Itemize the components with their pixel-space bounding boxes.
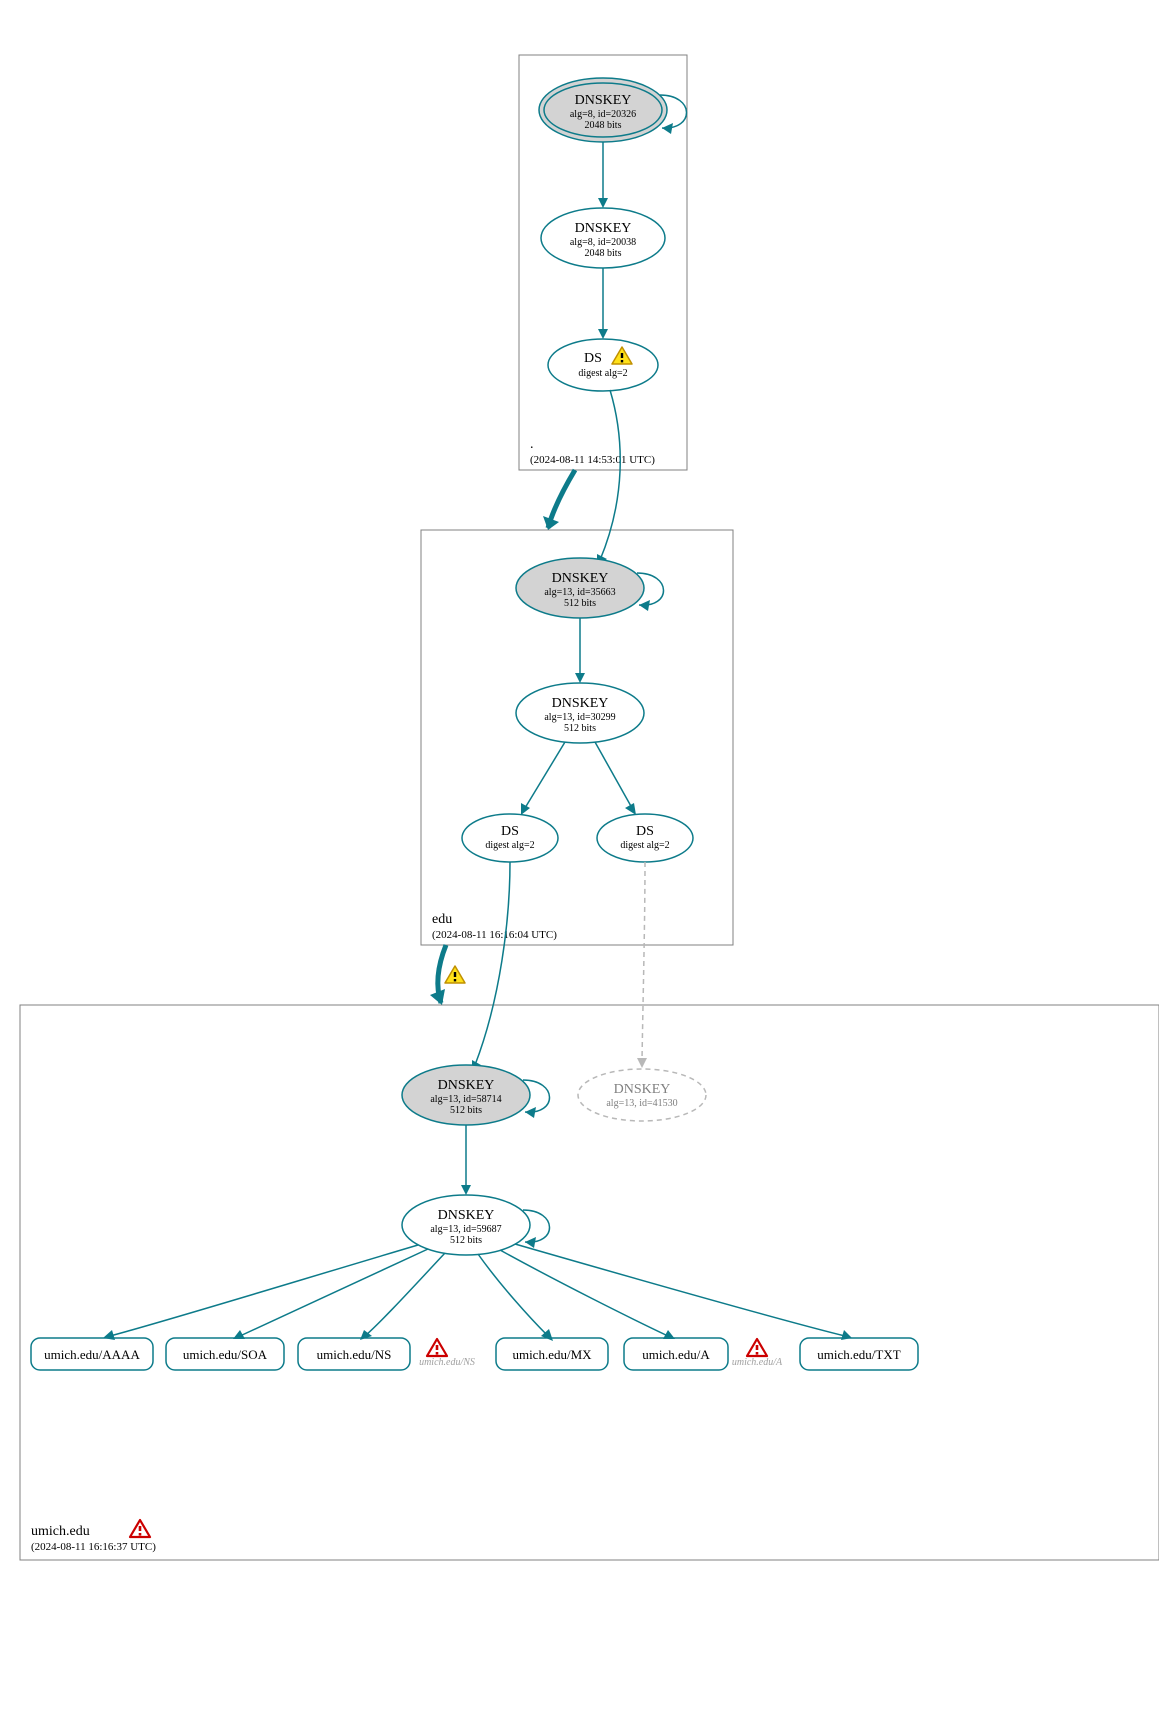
svg-text:alg=13, id=41530: alg=13, id=41530: [606, 1098, 677, 1109]
node-edu-ds1: DS digest alg=2: [462, 814, 558, 862]
svg-text:512 bits: 512 bits: [450, 1235, 482, 1246]
svg-text:DNSKEY: DNSKEY: [438, 1078, 495, 1093]
zone-edu-name: edu: [432, 912, 452, 927]
zone-edu-timestamp: (2024-08-11 16:16:04 UTC): [432, 929, 557, 941]
node-umich-ksk: DNSKEY alg=13, id=58714 512 bits: [402, 1065, 530, 1125]
svg-text:512 bits: 512 bits: [564, 723, 596, 734]
svg-text:digest alg=2: digest alg=2: [578, 368, 627, 379]
svg-text:umich.edu/SOA: umich.edu/SOA: [183, 1347, 268, 1362]
zone-root-timestamp: (2024-08-11 14:53:01 UTC): [530, 454, 655, 466]
error-icon: [130, 1520, 150, 1537]
svg-text:2048 bits: 2048 bits: [585, 120, 622, 131]
node-edu-zsk: DNSKEY alg=13, id=30299 512 bits: [516, 683, 644, 743]
svg-text:umich.edu/A: umich.edu/A: [732, 1357, 783, 1368]
svg-text:umich.edu/MX: umich.edu/MX: [512, 1347, 592, 1362]
svg-text:umich.edu/A: umich.edu/A: [642, 1347, 710, 1362]
node-umich-ghost-key: DNSKEY alg=13, id=41530: [578, 1069, 706, 1121]
svg-text:DNSKEY: DNSKEY: [552, 696, 609, 711]
svg-text:2048 bits: 2048 bits: [585, 248, 622, 259]
svg-text:DS: DS: [501, 824, 519, 839]
svg-text:umich.edu/AAAA: umich.edu/AAAA: [44, 1347, 140, 1362]
svg-text:DNSKEY: DNSKEY: [614, 1082, 671, 1097]
svg-text:digest alg=2: digest alg=2: [485, 840, 534, 851]
svg-text:umich.edu/NS: umich.edu/NS: [317, 1347, 392, 1362]
node-root-ksk: DNSKEY alg=8, id=20326 2048 bits: [539, 78, 667, 142]
node-edu-ksk: DNSKEY alg=13, id=35663 512 bits: [516, 558, 644, 618]
svg-text:alg=13, id=30299: alg=13, id=30299: [544, 712, 615, 723]
rrset-a-ghost: umich.edu/A: [732, 1339, 783, 1368]
svg-text:512 bits: 512 bits: [564, 598, 596, 609]
node-root-zsk: DNSKEY alg=8, id=20038 2048 bits: [541, 208, 665, 268]
zone-umich-timestamp: (2024-08-11 16:16:37 UTC): [31, 1541, 156, 1553]
svg-text:alg=13, id=59687: alg=13, id=59687: [430, 1224, 501, 1235]
svg-text:umich.edu/TXT: umich.edu/TXT: [817, 1347, 900, 1362]
node-root-ds: DS digest alg=2: [548, 339, 658, 391]
zone-root-name: .: [530, 437, 534, 452]
node-edu-ds2: DS digest alg=2: [597, 814, 693, 862]
svg-text:alg=13, id=35663: alg=13, id=35663: [544, 587, 615, 598]
svg-text:alg=8, id=20038: alg=8, id=20038: [570, 237, 636, 248]
svg-text:alg=13, id=58714: alg=13, id=58714: [430, 1094, 501, 1105]
svg-text:DNSKEY: DNSKEY: [438, 1208, 495, 1223]
svg-text:512 bits: 512 bits: [450, 1105, 482, 1116]
node-umich-zsk: DNSKEY alg=13, id=59687 512 bits: [402, 1195, 530, 1255]
svg-text:alg=8, id=20326: alg=8, id=20326: [570, 109, 636, 120]
warning-icon: [445, 966, 465, 983]
rrset-ns-ghost: umich.edu/NS: [419, 1339, 475, 1368]
svg-text:DNSKEY: DNSKEY: [575, 93, 632, 108]
svg-text:DNSKEY: DNSKEY: [552, 571, 609, 586]
svg-text:DS: DS: [584, 351, 602, 366]
svg-text:DS: DS: [636, 824, 654, 839]
svg-text:digest alg=2: digest alg=2: [620, 840, 669, 851]
zone-umich-name: umich.edu: [31, 1524, 90, 1539]
svg-text:umich.edu/NS: umich.edu/NS: [419, 1357, 475, 1368]
svg-text:DNSKEY: DNSKEY: [575, 221, 632, 236]
